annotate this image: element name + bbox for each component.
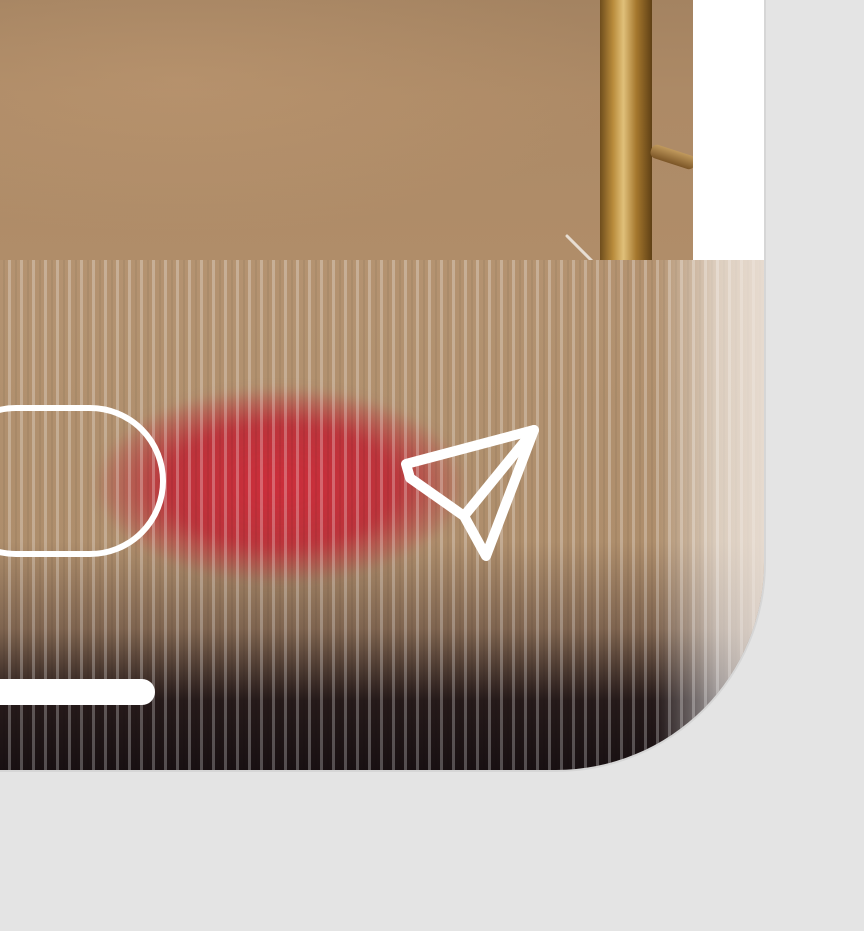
story-media [0, 0, 698, 270]
media-side-edge [693, 0, 764, 260]
home-indicator[interactable] [0, 679, 155, 705]
brass-pole-image [600, 0, 652, 260]
send-button[interactable] [392, 418, 552, 568]
screen-stage [0, 0, 864, 931]
panel-edge-fade [656, 260, 764, 770]
send-paper-plane-icon [401, 425, 539, 561]
message-input[interactable] [0, 405, 166, 557]
phone-frame [0, 0, 766, 772]
brass-pole-arm-image [648, 143, 698, 171]
